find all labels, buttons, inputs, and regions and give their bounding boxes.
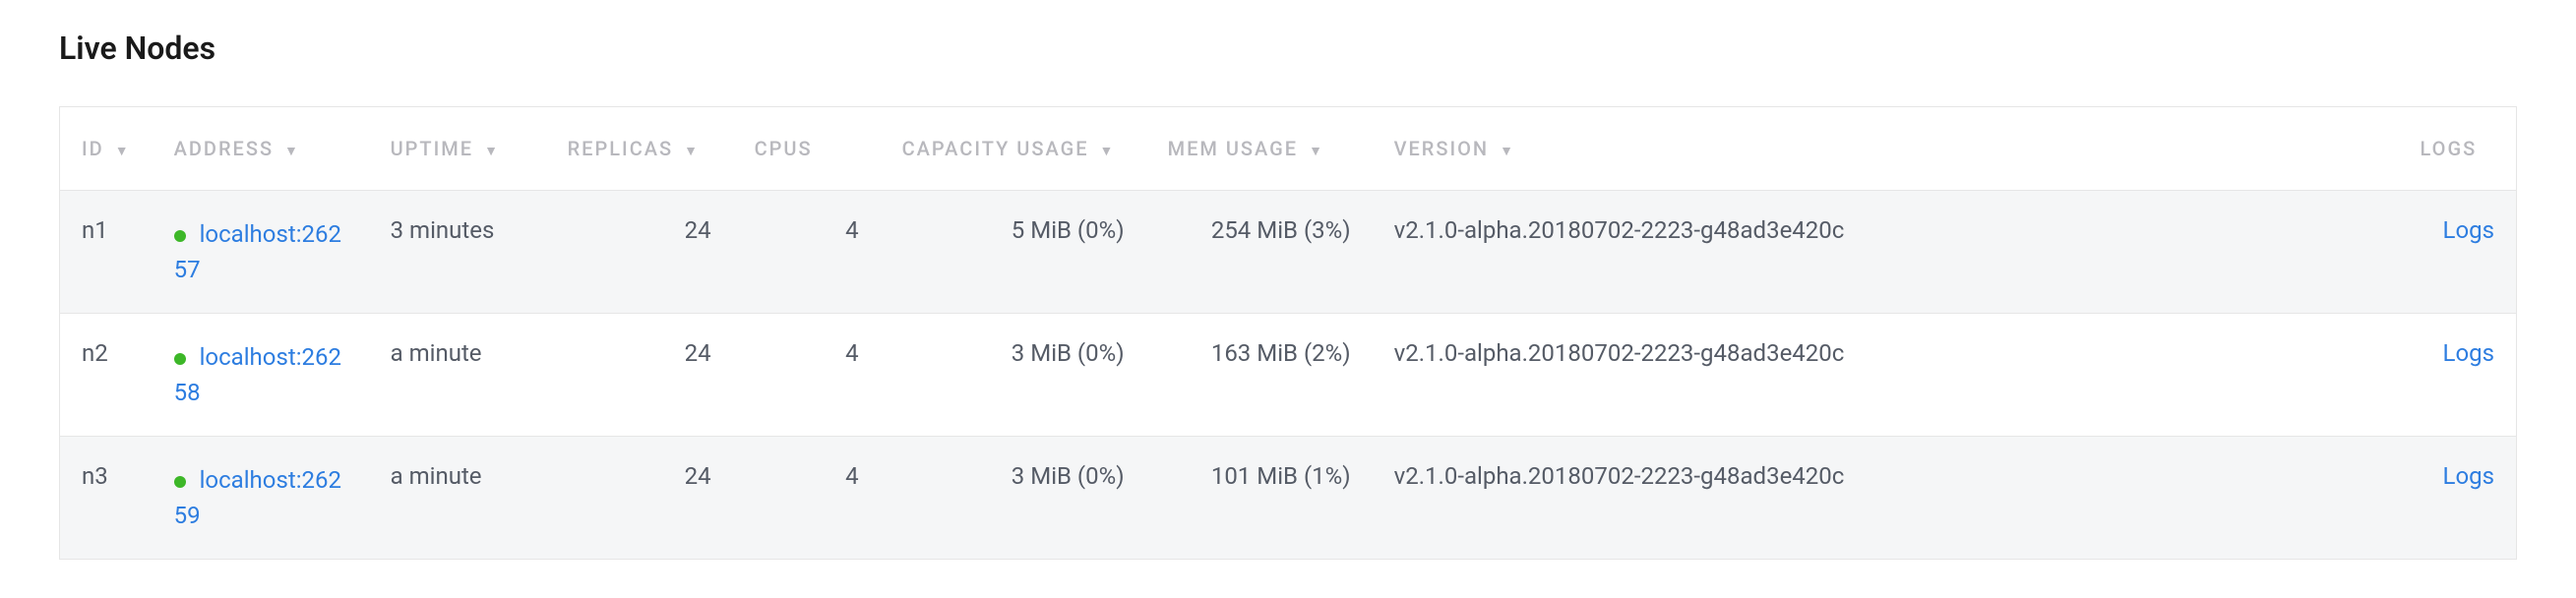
- cell-mem: 163 MiB (2%): [1146, 314, 1373, 437]
- cell-address: localhost:26257: [153, 191, 369, 314]
- cell-replicas: 24: [546, 437, 733, 560]
- header-uptime-label: UPTIME: [391, 137, 474, 160]
- cell-replicas: 24: [546, 191, 733, 314]
- header-id-label: ID: [82, 137, 104, 160]
- header-replicas[interactable]: REPLICAS ▼: [546, 107, 733, 191]
- cell-uptime: a minute: [369, 437, 546, 560]
- status-dot-icon: [174, 230, 186, 242]
- header-logs-label: LOGS: [2421, 137, 2478, 160]
- cell-id: n1: [60, 191, 153, 314]
- cell-uptime: a minute: [369, 314, 546, 437]
- status-dot-icon: [174, 476, 186, 488]
- live-nodes-table: ID ▼ ADDRESS ▼ UPTIME ▼ REPLICAS ▼ CPUS …: [59, 106, 2517, 560]
- logs-link[interactable]: Logs: [2443, 216, 2494, 244]
- header-capacity[interactable]: CAPACITY USAGE ▼: [881, 107, 1146, 191]
- sort-caret-icon: ▼: [115, 144, 131, 159]
- sort-caret-icon: ▼: [684, 144, 700, 159]
- cell-version: v2.1.0-alpha.20180702-2223-g48ad3e420c: [1373, 191, 2399, 314]
- header-version-label: VERSION: [1394, 137, 1490, 160]
- cell-uptime: 3 minutes: [369, 191, 546, 314]
- status-dot-icon: [174, 353, 186, 365]
- table-row: n2 localhost:26258 a minute 24 4 3 MiB (…: [60, 314, 2517, 437]
- header-cpus[interactable]: CPUS: [733, 107, 881, 191]
- header-mem[interactable]: MEM USAGE ▼: [1146, 107, 1373, 191]
- header-cpus-label: CPUS: [755, 137, 813, 160]
- header-address[interactable]: ADDRESS ▼: [153, 107, 369, 191]
- header-capacity-label: CAPACITY USAGE: [902, 137, 1089, 160]
- logs-link[interactable]: Logs: [2443, 462, 2494, 490]
- header-replicas-label: REPLICAS: [568, 137, 674, 160]
- cell-cpus: 4: [733, 191, 881, 314]
- sort-caret-icon: ▼: [284, 144, 300, 159]
- address-link[interactable]: localhost:26258: [174, 343, 341, 406]
- cell-version: v2.1.0-alpha.20180702-2223-g48ad3e420c: [1373, 437, 2399, 560]
- address-link[interactable]: localhost:26257: [174, 220, 341, 283]
- table-row: n1 localhost:26257 3 minutes 24 4 5 MiB …: [60, 191, 2517, 314]
- sort-caret-icon: ▼: [1500, 144, 1515, 159]
- header-mem-label: MEM USAGE: [1168, 137, 1299, 160]
- sort-caret-icon: ▼: [1099, 144, 1115, 159]
- header-uptime[interactable]: UPTIME ▼: [369, 107, 546, 191]
- table-body: n1 localhost:26257 3 minutes 24 4 5 MiB …: [60, 191, 2517, 560]
- cell-capacity: 3 MiB (0%): [881, 437, 1146, 560]
- cell-mem: 254 MiB (3%): [1146, 191, 1373, 314]
- page-title: Live Nodes: [59, 30, 2517, 67]
- cell-id: n2: [60, 314, 153, 437]
- cell-mem: 101 MiB (1%): [1146, 437, 1373, 560]
- cell-address: localhost:26259: [153, 437, 369, 560]
- cell-cpus: 4: [733, 437, 881, 560]
- logs-link[interactable]: Logs: [2443, 339, 2494, 367]
- header-version[interactable]: VERSION ▼: [1373, 107, 2399, 191]
- header-address-label: ADDRESS: [174, 137, 274, 160]
- table-header-row: ID ▼ ADDRESS ▼ UPTIME ▼ REPLICAS ▼ CPUS …: [60, 107, 2517, 191]
- address-link[interactable]: localhost:26259: [174, 466, 341, 529]
- header-logs: LOGS: [2399, 107, 2517, 191]
- cell-capacity: 5 MiB (0%): [881, 191, 1146, 314]
- cell-version: v2.1.0-alpha.20180702-2223-g48ad3e420c: [1373, 314, 2399, 437]
- header-id[interactable]: ID ▼: [60, 107, 153, 191]
- cell-logs: Logs: [2399, 191, 2517, 314]
- cell-logs: Logs: [2399, 314, 2517, 437]
- cell-address: localhost:26258: [153, 314, 369, 437]
- sort-caret-icon: ▼: [484, 144, 500, 159]
- cell-id: n3: [60, 437, 153, 560]
- cell-capacity: 3 MiB (0%): [881, 314, 1146, 437]
- cell-logs: Logs: [2399, 437, 2517, 560]
- cell-replicas: 24: [546, 314, 733, 437]
- cell-cpus: 4: [733, 314, 881, 437]
- sort-caret-icon: ▼: [1309, 144, 1324, 159]
- table-row: n3 localhost:26259 a minute 24 4 3 MiB (…: [60, 437, 2517, 560]
